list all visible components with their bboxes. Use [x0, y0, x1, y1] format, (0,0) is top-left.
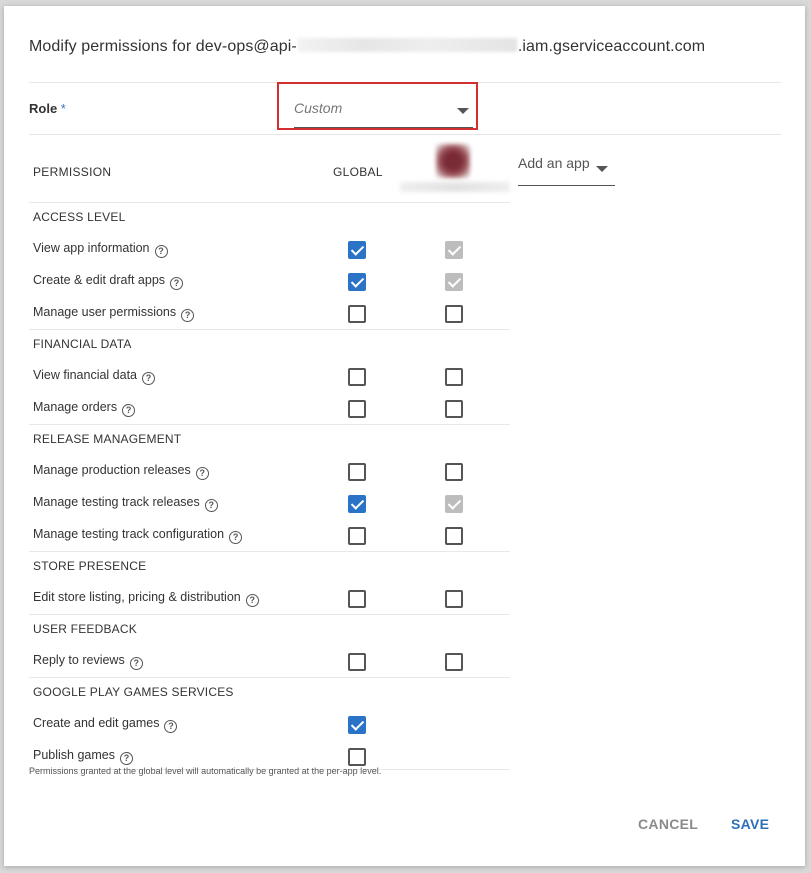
- permission-row-label: Manage production releases?: [33, 463, 209, 480]
- caret-down-icon: [596, 166, 608, 172]
- global-permission-checkbox[interactable]: [348, 590, 366, 608]
- global-permission-checkbox[interactable]: [348, 716, 366, 734]
- cancel-button[interactable]: CANCEL: [638, 816, 698, 832]
- app-permission-checkbox[interactable]: [445, 590, 463, 608]
- footnote: Permissions granted at the global level …: [29, 766, 382, 776]
- role-label-text: Role: [29, 101, 58, 116]
- global-permission-checkbox[interactable]: [348, 400, 366, 418]
- help-circle-icon[interactable]: ?: [164, 720, 178, 733]
- permission-row-label: Manage testing track releases?: [33, 495, 218, 512]
- help-circle-icon[interactable]: ?: [120, 752, 133, 765]
- permission-label: View financial data: [33, 368, 138, 382]
- app-permission-checkbox[interactable]: [445, 527, 463, 545]
- save-button[interactable]: SAVE: [731, 816, 769, 832]
- global-permission-checkbox[interactable]: [348, 273, 366, 291]
- permission-row-label: Publish games?: [33, 748, 133, 765]
- global-permission-checkbox[interactable]: [348, 368, 366, 386]
- help-circle-icon[interactable]: ?: [170, 277, 184, 290]
- role-label: Role *: [29, 101, 66, 116]
- app-icon: [436, 144, 470, 178]
- permission-row-label: View financial data?: [33, 368, 156, 385]
- dialog-title-suffix: .iam.gserviceaccount.com: [517, 38, 706, 55]
- section-title: FINANCIAL DATA: [33, 337, 132, 351]
- app-permission-checkbox: [445, 241, 463, 259]
- global-permission-checkbox[interactable]: [348, 748, 366, 766]
- permission-label: Publish games: [33, 748, 115, 762]
- section-divider: [29, 329, 510, 330]
- section-divider: [29, 424, 510, 425]
- permission-row-label: Reply to reviews?: [33, 653, 143, 670]
- help-circle-icon[interactable]: ?: [204, 499, 218, 512]
- app-permission-checkbox: [445, 273, 463, 291]
- permission-label: Manage production releases: [33, 463, 191, 477]
- permission-row-label: Create & edit draft apps?: [33, 273, 184, 290]
- app-name-redacted: [400, 182, 510, 192]
- dialog-title-prefix: Modify permissions for dev-ops@api-: [29, 38, 297, 55]
- global-permission-checkbox[interactable]: [348, 463, 366, 481]
- add-app-label: Add an app: [518, 155, 590, 171]
- section-title: ACCESS LEVEL: [33, 210, 126, 224]
- help-circle-icon[interactable]: ?: [181, 309, 195, 322]
- global-permission-checkbox[interactable]: [348, 241, 366, 259]
- dialog-title: Modify permissions for dev-ops@api- .iam.…: [29, 38, 705, 56]
- help-circle-icon[interactable]: ?: [154, 245, 168, 258]
- caret-down-icon: [457, 108, 469, 114]
- required-mark: *: [60, 101, 66, 116]
- permission-row-label: Edit store listing, pricing & distributi…: [33, 590, 259, 607]
- permission-label: Create & edit draft apps: [33, 273, 166, 287]
- redacted-project-id: [297, 38, 517, 52]
- app-permission-checkbox[interactable]: [445, 368, 463, 386]
- global-permission-checkbox[interactable]: [348, 305, 366, 323]
- permission-label: Manage testing track releases: [33, 495, 200, 509]
- section-title: RELEASE MANAGEMENT: [33, 432, 182, 446]
- permission-label: View app information: [33, 241, 150, 255]
- permission-row-label: Create and edit games?: [33, 716, 178, 733]
- permission-label: Create and edit games: [33, 716, 160, 730]
- permission-label: Edit store listing, pricing & distributi…: [33, 590, 241, 604]
- help-circle-icon[interactable]: ?: [195, 467, 209, 480]
- permission-label: Manage user permissions: [33, 305, 177, 319]
- permission-label: Manage orders: [33, 400, 118, 414]
- section-title: USER FEEDBACK: [33, 622, 137, 636]
- section-title: STORE PRESENCE: [33, 559, 147, 573]
- section-divider: [29, 614, 510, 615]
- column-header-global: GLOBAL: [333, 165, 383, 179]
- help-circle-icon[interactable]: ?: [142, 372, 156, 385]
- help-circle-icon[interactable]: ?: [229, 531, 243, 544]
- global-permission-checkbox[interactable]: [348, 495, 366, 513]
- app-permission-checkbox: [445, 495, 463, 513]
- help-circle-icon[interactable]: ?: [122, 404, 136, 417]
- section-divider: [29, 202, 510, 203]
- section-divider: [29, 551, 510, 552]
- permission-label: Manage testing track configuration: [33, 527, 225, 541]
- column-header-permission: PERMISSION: [33, 165, 112, 179]
- app-column-header: [396, 138, 512, 194]
- permission-row-label: Manage orders?: [33, 400, 136, 417]
- app-permission-checkbox[interactable]: [445, 653, 463, 671]
- add-app-dropdown[interactable]: Add an app: [518, 155, 615, 186]
- app-permission-checkbox[interactable]: [445, 400, 463, 418]
- divider: [29, 134, 781, 135]
- permissions-dialog: Modify permissions for dev-ops@api- .iam.…: [4, 6, 805, 866]
- global-permission-checkbox[interactable]: [348, 527, 366, 545]
- permission-row-label: Manage testing track configuration?: [33, 527, 243, 544]
- section-divider: [29, 677, 510, 678]
- permission-row-label: View app information?: [33, 241, 168, 258]
- section-title: GOOGLE PLAY GAMES SERVICES: [33, 685, 234, 699]
- global-permission-checkbox[interactable]: [348, 653, 366, 671]
- help-circle-icon[interactable]: ?: [129, 657, 143, 670]
- app-permission-checkbox[interactable]: [445, 463, 463, 481]
- role-select[interactable]: Custom: [294, 100, 473, 128]
- help-circle-icon[interactable]: ?: [245, 594, 259, 607]
- app-permission-checkbox[interactable]: [445, 305, 463, 323]
- role-select-value: Custom: [294, 100, 343, 116]
- permission-label: Reply to reviews: [33, 653, 125, 667]
- permission-row-label: Manage user permissions?: [33, 305, 195, 322]
